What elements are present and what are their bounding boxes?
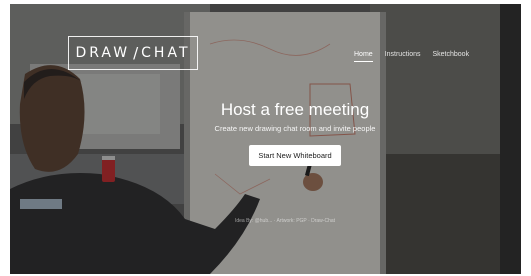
top-nav: Home Instructions Sketchbook [354, 51, 469, 62]
logo-text-right: CHAT [141, 45, 191, 61]
footer-link-artwork[interactable]: Artwork: PGP [276, 218, 306, 224]
nav-instructions[interactable]: Instructions [385, 51, 421, 62]
nav-sketchbook[interactable]: Sketchbook [432, 51, 469, 62]
pen-icon: / [133, 44, 139, 62]
landing-page: DRAW / CHAT Home Instructions Sketchbook… [10, 4, 521, 274]
page-margin [521, 0, 531, 276]
logo-text-left: DRAW [75, 45, 131, 61]
footer-links: Idea By: @hub... · Artwork: PGP · Draw-C… [210, 218, 360, 224]
footer-link-idea[interactable]: Idea By: @hub... [235, 218, 272, 224]
nav-home[interactable]: Home [354, 51, 373, 62]
start-whiteboard-button[interactable]: Start New Whiteboard [249, 145, 341, 166]
hero-subtitle: Create new drawing chat room and invite … [214, 124, 376, 133]
hero-section: Host a free meeting Create new drawing c… [190, 99, 400, 166]
footer-link-drawchat[interactable]: Draw-Chat [311, 218, 335, 224]
drawchat-logo[interactable]: DRAW / CHAT [68, 36, 198, 70]
hero-title: Host a free meeting [220, 100, 370, 119]
footer-separator: · [308, 218, 310, 224]
